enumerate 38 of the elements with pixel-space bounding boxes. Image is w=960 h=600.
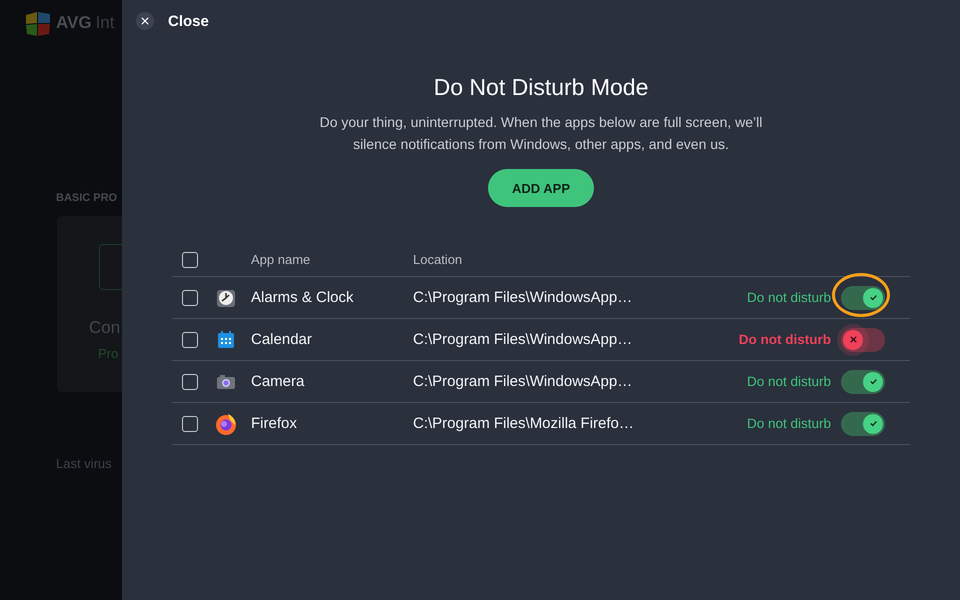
toggle-switch[interactable]: [841, 370, 885, 394]
status-label: Do not disturb: [746, 416, 831, 431]
app-location: C:\Program Files\WindowsApp…: [413, 331, 634, 348]
close-icon[interactable]: [136, 12, 154, 30]
section-label: BASIC PRO: [56, 192, 118, 204]
app-name: Calendar: [251, 331, 313, 348]
column-header: App name: [251, 252, 312, 267]
app-name: Alarms & Clock: [251, 289, 355, 306]
status-label: Do not disturb: [746, 374, 831, 389]
status-label: Do not disturb: [746, 290, 831, 305]
app-name: Camera: [251, 373, 306, 390]
cross-icon: [848, 335, 858, 344]
add-app-button[interactable]: ADD APP: [488, 169, 594, 207]
logo-icon: [24, 9, 52, 37]
row-checkbox[interactable]: [182, 374, 198, 390]
status-label: Do not disturb: [738, 332, 831, 347]
select-all-checkbox[interactable]: [182, 252, 198, 268]
firefox-icon: [214, 412, 238, 436]
app-location: C:\Program Files\WindowsApp…: [413, 289, 634, 306]
calendar-icon: [216, 330, 236, 350]
dialog-description: Do your thing, uninterrupted. When the apps below are full screen, we’ll silence notifications from Windows, other apps, and even us.: [318, 113, 764, 154]
check-icon: [868, 293, 878, 302]
check-icon: [868, 419, 878, 428]
toggle-switch[interactable]: [841, 286, 885, 310]
row-checkbox[interactable]: [182, 416, 198, 432]
app-location: C:\Program Files\Mozilla Firefo…: [413, 415, 635, 432]
app-location: C:\Program Files\WindowsApp…: [413, 373, 634, 390]
row-checkbox[interactable]: [182, 332, 198, 348]
check-icon: [868, 377, 878, 386]
row-checkbox[interactable]: [182, 290, 198, 306]
close-link[interactable]: Close: [168, 12, 209, 30]
toggle-switch[interactable]: [841, 412, 885, 436]
app-name: Firefox: [251, 415, 298, 432]
clock-icon: [216, 288, 236, 308]
toggle-switch[interactable]: [841, 328, 885, 352]
column-header: Location: [413, 252, 464, 267]
brand-name: AVG: [56, 13, 92, 33]
dialog-title: Do Not Disturb Mode: [432, 74, 650, 101]
